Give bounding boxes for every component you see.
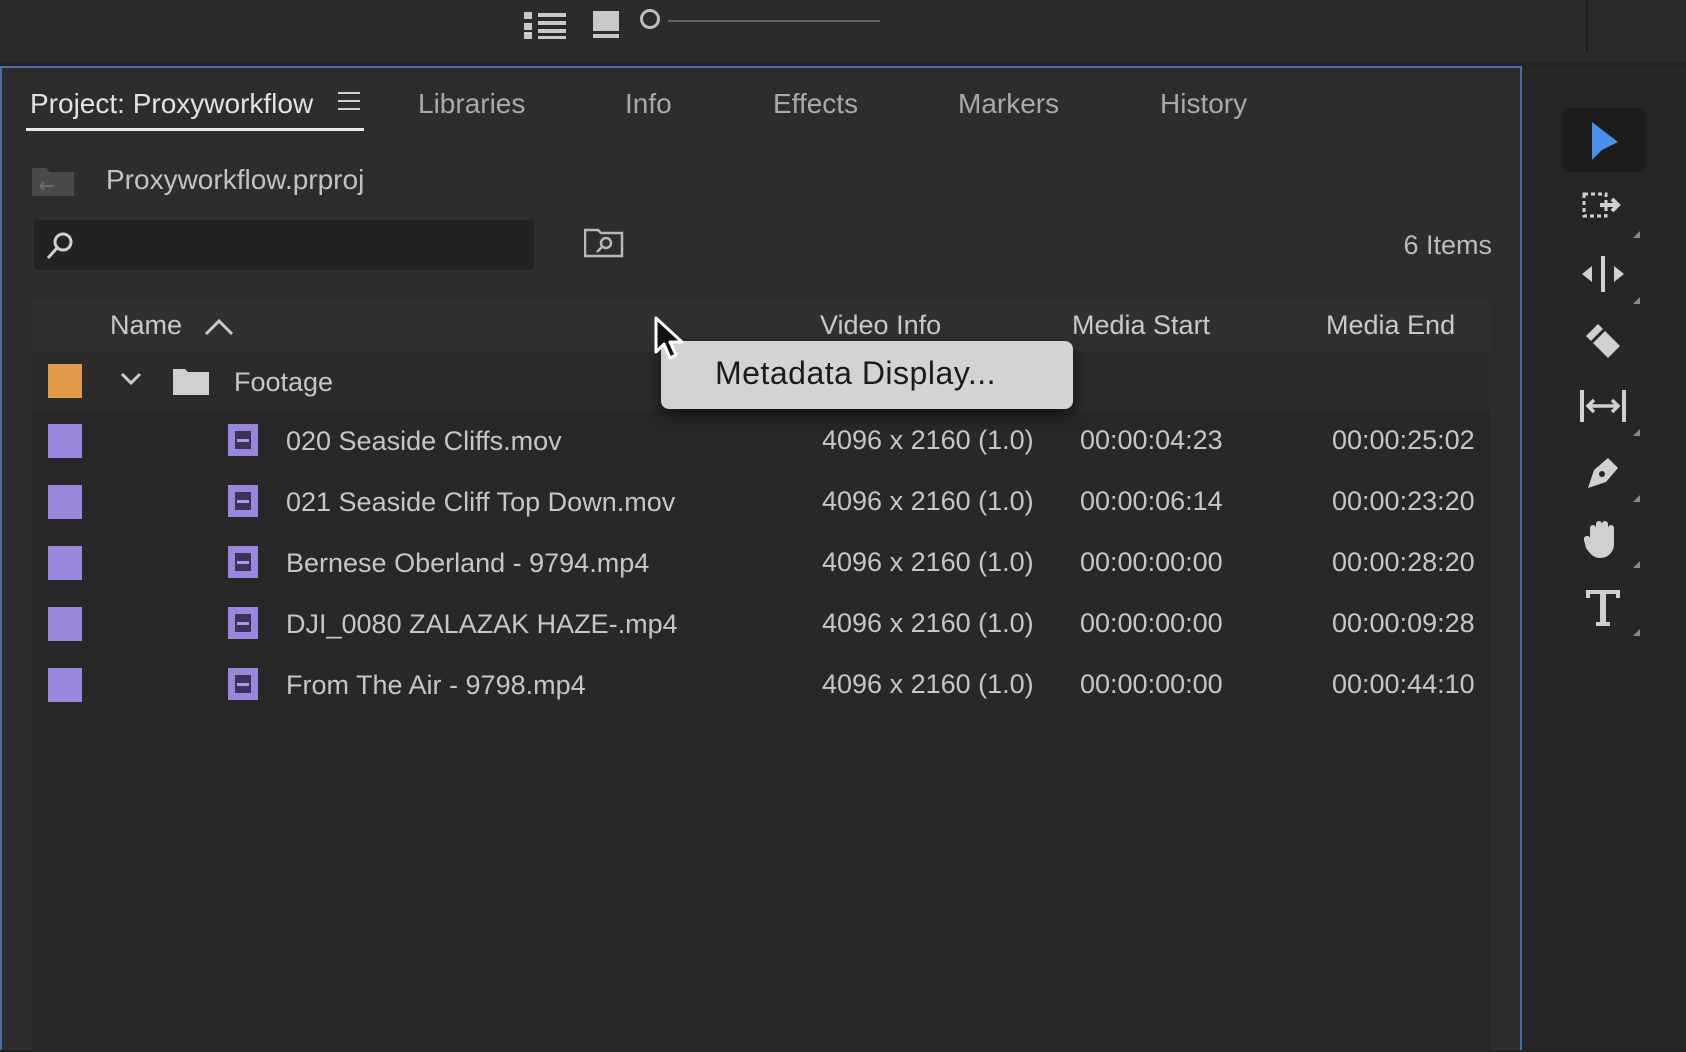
tools-panel <box>1522 66 1686 1050</box>
label-color-swatch[interactable] <box>48 485 82 519</box>
items-count: 6 Items <box>1403 230 1492 260</box>
search-icon <box>44 230 76 267</box>
clip-video-info: 4096 x 2160 (1.0) <box>822 425 1034 455</box>
clip-media-start: 00:00:04:23 <box>1080 425 1223 455</box>
clip-row[interactable]: 021 Seaside Cliff Top Down.mov 4096 x 21… <box>32 473 1490 534</box>
clip-name[interactable]: 021 Seaside Cliff Top Down.mov <box>286 487 675 518</box>
clip-video-info: 4096 x 2160 (1.0) <box>822 669 1034 699</box>
clip-name[interactable]: From The Air - 9798.mp4 <box>286 670 586 701</box>
clip-media-start: 00:00:00:00 <box>1080 669 1223 699</box>
tab-effects[interactable]: Effects <box>773 88 858 120</box>
project-list: Name Video Info Media Start Media End Fo… <box>32 300 1490 1052</box>
type-tool-icon[interactable] <box>1562 574 1646 638</box>
tab-project[interactable]: Project: Proxyworkflow <box>30 88 313 120</box>
clip-row[interactable]: Bernese Oberland - 9794.mp4 4096 x 2160 … <box>32 534 1490 595</box>
label-color-swatch[interactable] <box>48 546 82 580</box>
project-panel: Project: Proxyworkflow Libraries Info Ef… <box>0 66 1522 1052</box>
tab-history[interactable]: History <box>1160 88 1247 120</box>
clip-media-end: 00:00:25:02 <box>1332 425 1475 455</box>
project-file-name: Proxyworkflow.prproj <box>106 164 365 195</box>
panel-menu-icon[interactable] <box>338 92 360 116</box>
panel-tabs: Project: Proxyworkflow Libraries Info Ef… <box>2 68 1520 138</box>
clip-media-end: 00:00:23:20 <box>1332 486 1475 516</box>
clip-name[interactable]: 020 Seaside Cliffs.mov <box>286 426 562 457</box>
clip-media-start: 00:00:00:00 <box>1080 608 1223 638</box>
sort-ascending-icon[interactable] <box>204 318 234 341</box>
chevron-down-icon[interactable] <box>120 372 142 391</box>
video-clip-icon <box>228 668 258 700</box>
folder-icon <box>172 366 210 401</box>
label-color-swatch[interactable] <box>48 424 82 458</box>
video-clip-icon <box>228 546 258 578</box>
clip-media-end: 00:00:09:28 <box>1332 608 1475 638</box>
column-name[interactable]: Name <box>110 310 182 341</box>
clip-row[interactable]: DJI_0080 ZALAZAK HAZE-.mp4 4096 x 2160 (… <box>32 595 1490 656</box>
clip-media-end: 00:00:28:20 <box>1332 547 1475 577</box>
column-media-start[interactable]: Media Start <box>1072 310 1210 341</box>
clip-name[interactable]: Bernese Oberland - 9794.mp4 <box>286 548 649 579</box>
razor-tool-icon[interactable] <box>1562 308 1646 372</box>
video-clip-icon <box>228 424 258 456</box>
ripple-edit-tool-icon[interactable] <box>1562 242 1646 306</box>
find-in-bin-icon[interactable] <box>583 226 624 263</box>
clip-media-start: 00:00:00:00 <box>1080 547 1223 577</box>
folder-name: Footage <box>234 367 334 397</box>
hand-tool-icon[interactable] <box>1562 506 1646 570</box>
list-view-icon[interactable] <box>524 10 568 45</box>
clip-video-info: 4096 x 2160 (1.0) <box>822 547 1034 577</box>
clip-name[interactable]: DJI_0080 ZALAZAK HAZE-.mp4 <box>286 609 678 640</box>
label-color-swatch[interactable] <box>48 607 82 641</box>
top-right-panel <box>1586 0 1686 52</box>
video-clip-icon <box>228 607 258 639</box>
clip-media-start: 00:00:06:14 <box>1080 486 1223 516</box>
clip-row[interactable]: From The Air - 9798.mp4 4096 x 2160 (1.0… <box>32 656 1490 717</box>
video-clip-icon <box>228 485 258 517</box>
label-color-swatch[interactable] <box>48 364 82 398</box>
icon-view-icon[interactable] <box>592 10 622 45</box>
clip-video-info: 4096 x 2160 (1.0) <box>822 608 1034 638</box>
column-video-info[interactable]: Video Info <box>820 310 941 341</box>
tab-info[interactable]: Info <box>625 88 672 120</box>
selection-tool-icon[interactable] <box>1562 108 1646 172</box>
clip-video-info: 4096 x 2160 (1.0) <box>822 486 1034 516</box>
tab-libraries[interactable]: Libraries <box>418 88 525 120</box>
active-tab-indicator <box>26 128 364 131</box>
slip-tool-icon[interactable] <box>1562 374 1646 438</box>
tab-markers[interactable]: Markers <box>958 88 1059 120</box>
top-toolbar <box>0 0 1686 62</box>
context-menu: Metadata Display... <box>661 341 1073 409</box>
parent-bin-icon[interactable] <box>30 164 76 203</box>
track-select-tool-icon[interactable] <box>1562 176 1646 240</box>
zoom-slider-knob[interactable] <box>640 9 660 29</box>
pen-tool-icon[interactable] <box>1562 440 1646 504</box>
clip-row[interactable]: 020 Seaside Cliffs.mov 4096 x 2160 (1.0)… <box>32 412 1490 473</box>
label-color-swatch[interactable] <box>48 668 82 702</box>
metadata-display-menu-item[interactable]: Metadata Display... <box>715 355 996 392</box>
zoom-slider-track[interactable] <box>668 20 880 22</box>
column-media-end[interactable]: Media End <box>1326 310 1455 341</box>
search-field[interactable] <box>34 220 534 270</box>
mouse-pointer-icon <box>654 316 688 367</box>
clip-media-end: 00:00:44:10 <box>1332 669 1475 699</box>
